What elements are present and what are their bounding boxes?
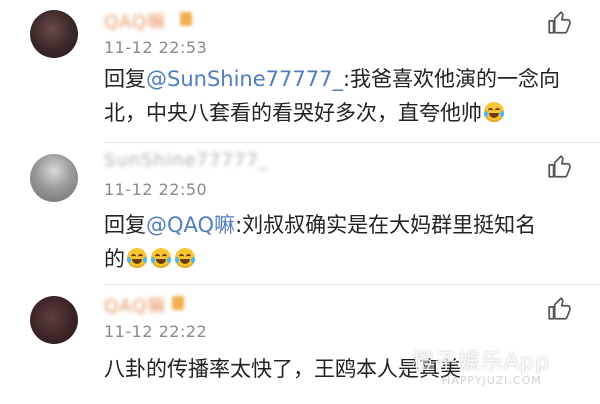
comment-text: 回复@QAQ嘛:刘叔叔确实是在大妈群里挺知名的 [104, 208, 574, 276]
watermark-url: HAPPYJUZI.COM [442, 374, 542, 387]
username[interactable]: QAQ嘛 [104, 292, 166, 318]
divider [104, 142, 600, 143]
watermark: 橙子娱乐App HAPPYJUZI.COM [412, 344, 592, 400]
laughing-tears-emoji-icon [175, 248, 195, 268]
timestamp: 11-12 22:53 [104, 38, 208, 57]
like-icon[interactable] [546, 296, 572, 322]
avatar[interactable] [30, 296, 78, 344]
mention-link[interactable]: @SunShine77777_ [146, 67, 343, 91]
like-icon[interactable] [546, 154, 572, 180]
watermark-brand: 橙子娱乐App [412, 350, 550, 375]
reply-prefix: 回复 [104, 67, 146, 91]
vip-badge-icon [180, 12, 192, 26]
mention-link[interactable]: @QAQ嘛 [146, 213, 235, 237]
avatar[interactable] [30, 10, 78, 58]
like-icon[interactable] [546, 10, 572, 36]
comment-body: :刘叔叔确实是在大妈群里挺知名 [235, 213, 537, 237]
timestamp: 11-12 22:22 [104, 322, 208, 341]
vip-badge-icon [172, 296, 184, 310]
reply-prefix: 回复 [104, 213, 146, 237]
avatar[interactable] [30, 154, 78, 202]
username[interactable]: QAQ嘛 [104, 8, 166, 34]
laughing-tears-emoji-icon [484, 102, 504, 122]
divider [104, 284, 600, 285]
comment-body-cont: 的 [104, 247, 125, 271]
comment-text: 回复@SunShine77777_:我爸喜欢他演的一念向北，中央八套看的看哭好多… [104, 62, 574, 130]
laughing-tears-emoji-icon [127, 248, 147, 268]
comment-body: 八卦的传播率太快了，王鸥本人是真美 [104, 357, 461, 381]
laughing-tears-emoji-icon [151, 248, 171, 268]
username[interactable]: SunShine77777_ [104, 150, 269, 171]
timestamp: 11-12 22:50 [104, 180, 208, 199]
